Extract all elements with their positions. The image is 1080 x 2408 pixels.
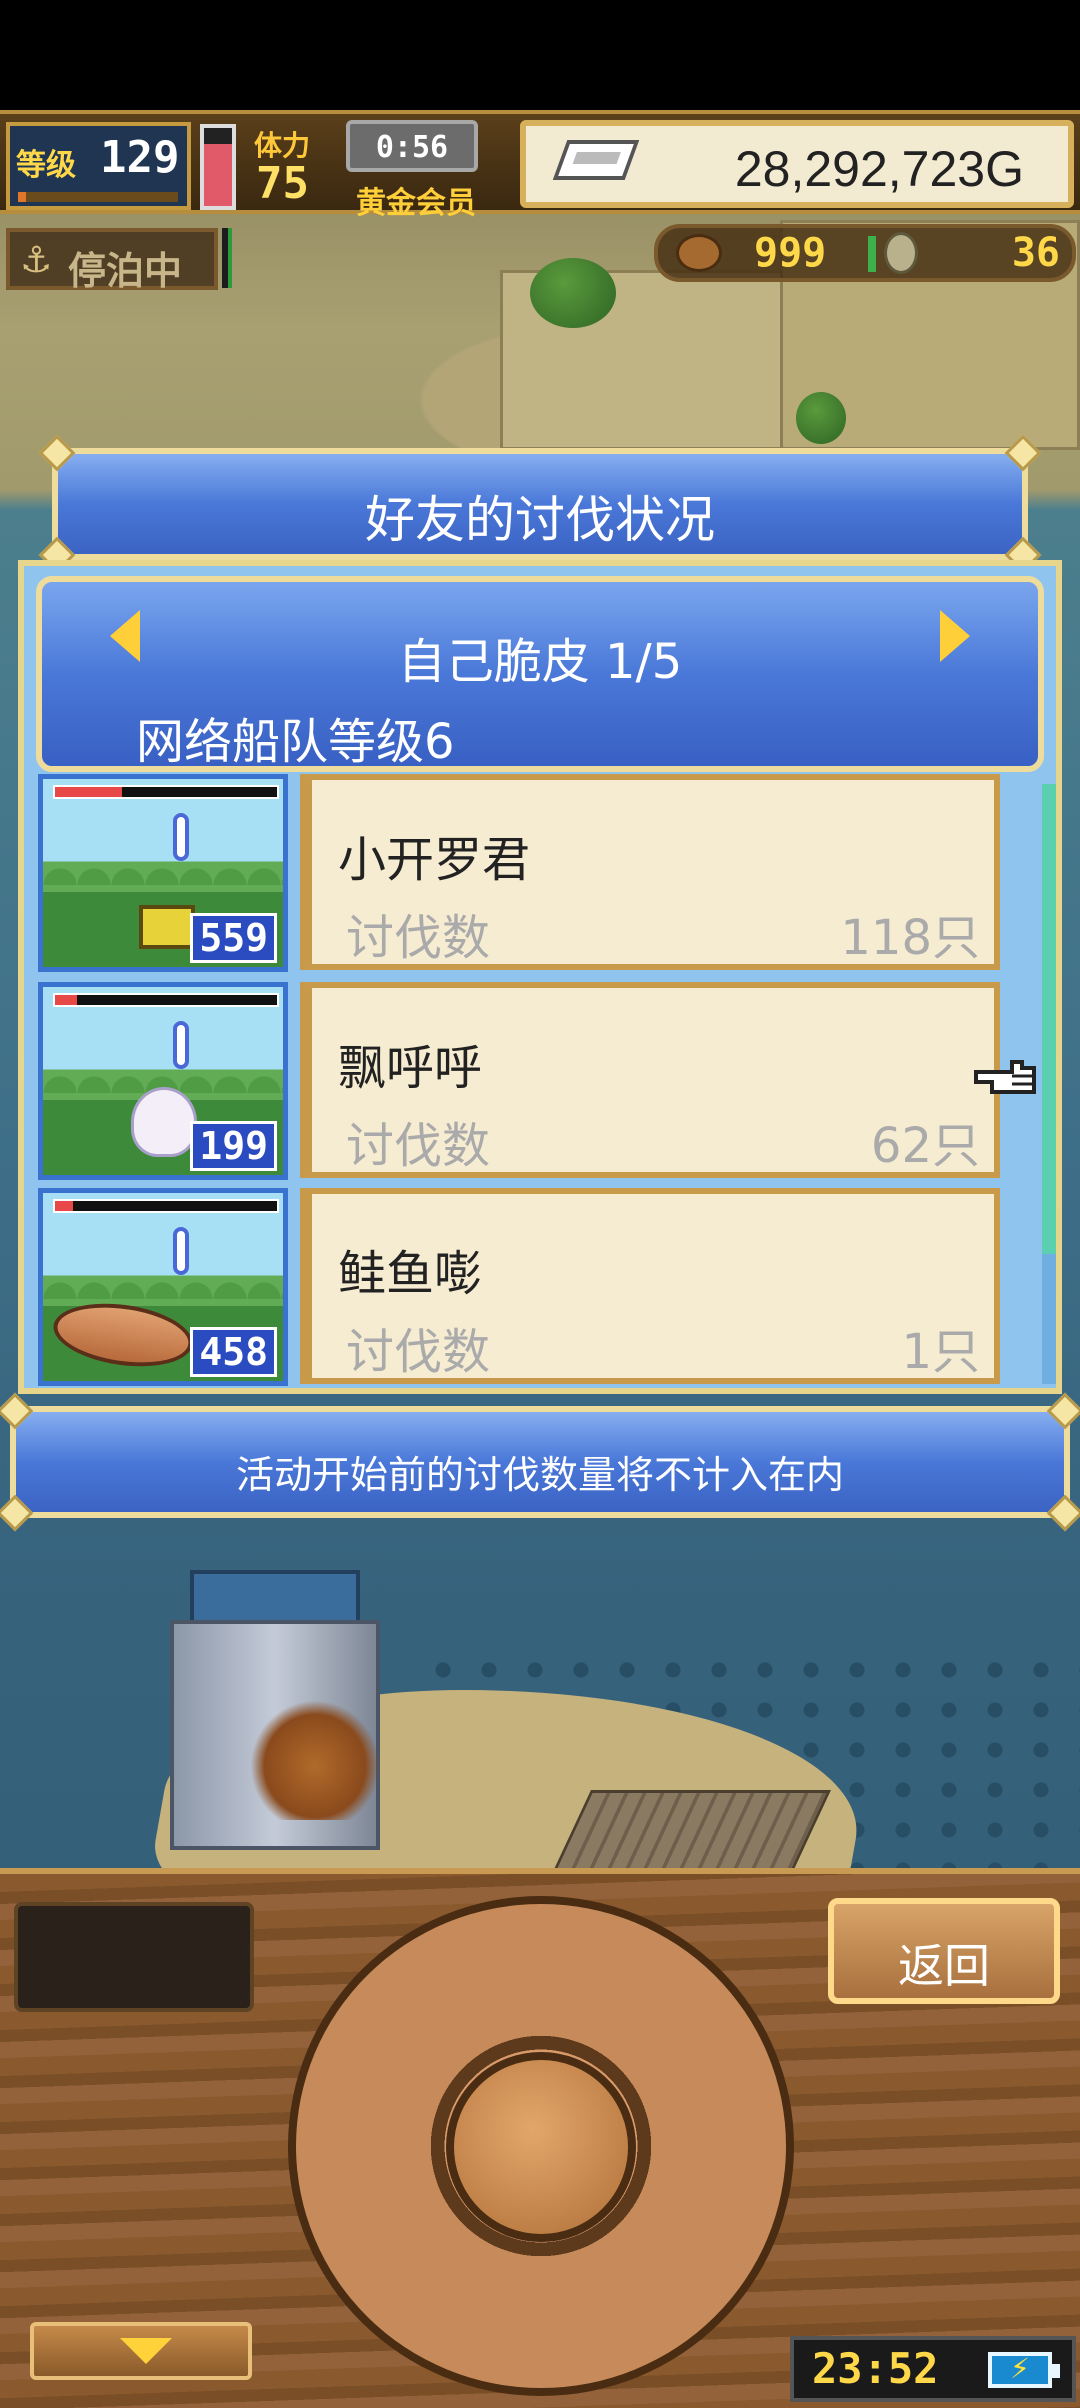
list-item[interactable]: 199 飘呼呼 讨伐数 62只 bbox=[38, 982, 1038, 1182]
gold-bar-icon bbox=[552, 140, 640, 180]
coin-icon bbox=[884, 232, 918, 274]
gold-value: 28,292,723G bbox=[734, 141, 1024, 197]
fleet-level: 网络船队等级6 bbox=[136, 714, 455, 770]
scrollbar[interactable] bbox=[1042, 784, 1056, 1384]
friend-card[interactable]: 鲑鱼嘭 讨伐数 1只 bbox=[300, 1188, 1000, 1384]
friend-name: 自己脆皮 1/5 bbox=[397, 634, 683, 690]
status-bar: 等级 129 体力 75 0:56 黄金会员 28,292,723G bbox=[0, 110, 1080, 221]
monster-name: 小开罗君 bbox=[338, 832, 531, 888]
kill-count-label: 讨伐数 bbox=[346, 1324, 491, 1380]
level-progress-fill bbox=[18, 192, 26, 202]
monster-name: 飘呼呼 bbox=[338, 1040, 483, 1096]
back-button[interactable]: 返回 bbox=[828, 1898, 1060, 2004]
dialog-title: 好友的讨伐状况 bbox=[365, 491, 715, 549]
dpad[interactable] bbox=[288, 1896, 794, 2396]
monster-sprite bbox=[131, 1087, 197, 1157]
level-progress-bar bbox=[18, 192, 178, 202]
forest-backdrop bbox=[43, 849, 283, 885]
membership-badge: 黄金会员 bbox=[356, 186, 476, 221]
monster-hp-fill bbox=[55, 1201, 73, 1211]
pointer-hand-icon bbox=[974, 1060, 1036, 1094]
monster-thumbnail: 458 bbox=[38, 1188, 288, 1386]
monster-count: 458 bbox=[190, 1327, 277, 1377]
level-label: 等级 bbox=[16, 148, 76, 183]
monster-hp-bar bbox=[53, 993, 279, 1007]
triangle-right-icon[interactable] bbox=[940, 610, 970, 662]
monster-thumbnail: 559 bbox=[38, 774, 288, 972]
friend-card[interactable]: 飘呼呼 讨伐数 62只 bbox=[300, 982, 1000, 1178]
gold-display: 28,292,723G bbox=[520, 120, 1074, 208]
monster-count: 559 bbox=[190, 913, 277, 963]
dragon-sprite[interactable] bbox=[250, 1700, 380, 1820]
exclamation-icon bbox=[173, 813, 189, 861]
notice-banner: 活动开始前的讨伐数量将不计入在内 bbox=[0, 1392, 1080, 1532]
back-button-label: 返回 bbox=[898, 1939, 990, 1993]
level-value: 129 bbox=[100, 132, 180, 183]
triangle-down-icon[interactable] bbox=[30, 2322, 252, 2380]
resources-display: 999 36 bbox=[654, 224, 1076, 282]
monster-hp-bar bbox=[53, 785, 279, 799]
anchor-icon: ⚓ bbox=[20, 240, 53, 281]
monster-count: 199 bbox=[190, 1121, 277, 1171]
pier bbox=[549, 1790, 831, 1880]
hp-gauge bbox=[200, 124, 236, 210]
control-panel: 返回 23:52 ⚡ bbox=[0, 1868, 1080, 2408]
resource-1-value: 999 bbox=[754, 230, 827, 276]
list-item[interactable]: 559 小开罗君 讨伐数 118只 bbox=[38, 774, 1038, 974]
kill-count-value: 1只 bbox=[901, 1324, 980, 1380]
stamina-value: 75 bbox=[256, 158, 309, 209]
meat-icon bbox=[676, 234, 722, 272]
tree-icon bbox=[530, 258, 616, 328]
monster-sprite bbox=[49, 1295, 197, 1375]
clock-display: 23:52 ⚡ bbox=[790, 2336, 1076, 2402]
friend-header: 自己脆皮 1/5 网络船队等级6 bbox=[36, 576, 1044, 772]
monster-thumbnail: 199 bbox=[38, 982, 288, 1180]
notice-text: 活动开始前的讨伐数量将不计入在内 bbox=[235, 1453, 844, 1497]
kill-count-value: 118只 bbox=[840, 910, 980, 966]
exclamation-icon bbox=[173, 1227, 189, 1275]
kill-count-label: 讨伐数 bbox=[346, 1118, 491, 1174]
level-box: 等级 129 bbox=[6, 122, 191, 210]
dpad-center-button[interactable] bbox=[446, 2052, 636, 2242]
monster-sprite bbox=[139, 905, 195, 949]
resource-2-value: 36 bbox=[1011, 230, 1060, 276]
mini-screen bbox=[14, 1902, 254, 2012]
kill-count-value: 62只 bbox=[870, 1118, 980, 1174]
clock-time: 23:52 bbox=[812, 2344, 939, 2393]
hp-gauge-fill bbox=[204, 143, 232, 206]
dock-status-text: 停泊中 bbox=[68, 249, 183, 293]
friend-card[interactable]: 小开罗君 讨伐数 118只 bbox=[300, 774, 1000, 970]
dialog-title-bar: 好友的讨伐状况 bbox=[38, 434, 1042, 574]
resource-divider bbox=[868, 236, 876, 272]
exclamation-icon bbox=[173, 1021, 189, 1069]
list-item[interactable]: 458 鲑鱼嘭 讨伐数 1只 bbox=[38, 1188, 1038, 1388]
dock-status: ⚓ 停泊中 bbox=[6, 228, 218, 293]
monster-hp-fill bbox=[55, 787, 122, 797]
dialog-body: 自己脆皮 1/5 网络船队等级6 559 小开罗君 讨伐数 118只 199 飘… bbox=[18, 560, 1062, 1394]
tree-icon bbox=[796, 392, 846, 444]
scrollbar-thumb[interactable] bbox=[1042, 784, 1056, 1254]
monster-hp-fill bbox=[55, 995, 78, 1005]
timer-text: 0:56 bbox=[375, 130, 449, 165]
monster-hp-bar bbox=[53, 1199, 279, 1213]
dock-indicator bbox=[222, 228, 232, 288]
battery-charging-symbol: ⚡ bbox=[1010, 2352, 1030, 2385]
battery-icon: ⚡ bbox=[988, 2352, 1060, 2388]
monster-list[interactable]: 559 小开罗君 讨伐数 118只 199 飘呼呼 讨伐数 62只 458 鲑鱼… bbox=[38, 774, 1038, 1390]
monster-name: 鲑鱼嘭 bbox=[338, 1246, 483, 1302]
forest-backdrop bbox=[43, 1263, 283, 1299]
stamina-timer: 0:56 bbox=[346, 120, 478, 172]
kill-count-label: 讨伐数 bbox=[346, 910, 491, 966]
